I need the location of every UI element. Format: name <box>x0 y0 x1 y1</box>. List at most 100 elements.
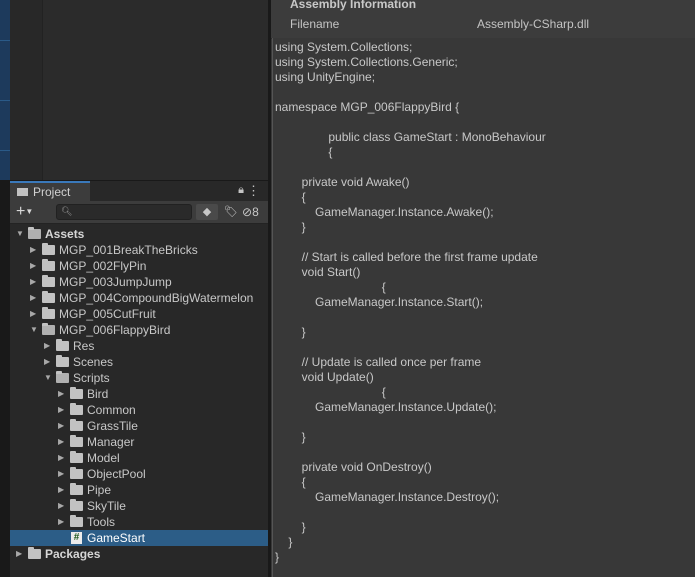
tree-item-folder[interactable]: ▶ Packages <box>10 546 268 562</box>
folder-icon <box>17 188 28 196</box>
csharp-script-icon: # <box>71 532 82 544</box>
folder-open-icon <box>56 371 69 383</box>
folder-icon <box>56 339 69 351</box>
tree-item-label: Bird <box>87 387 109 401</box>
tree-item-label: Common <box>87 403 136 417</box>
scene-view[interactable] <box>10 0 268 180</box>
code-line: namespace MGP_006FlappyBird { <box>275 100 460 114</box>
folder-icon <box>70 515 83 527</box>
script-source-view: using System.Collections; using System.Co… <box>272 38 695 577</box>
chevron-right-icon[interactable]: ▶ <box>58 466 68 482</box>
tree-item-folder[interactable]: ▶ Tools <box>10 514 268 530</box>
tree-item-label: Scripts <box>73 371 110 385</box>
code-line: GameManager.Instance.Update(); <box>275 400 497 414</box>
code-line: } <box>275 325 306 339</box>
tree-item-label: Scenes <box>73 355 114 369</box>
create-dropdown-button[interactable]: +▼ <box>16 204 42 220</box>
hidden-packages-button[interactable]: ⊘8 <box>242 204 266 220</box>
folder-icon <box>70 451 83 463</box>
tree-item-folder[interactable]: ▶ Res <box>10 338 268 354</box>
shapes-icon: ◆ <box>202 206 212 218</box>
tree-item-label: Pipe <box>87 483 112 497</box>
code-line: { <box>275 475 306 489</box>
tree-item-folder[interactable]: ▶ Model <box>10 450 268 466</box>
chevron-right-icon[interactable]: ▶ <box>30 242 40 258</box>
chevron-right-icon[interactable]: ▶ <box>30 274 40 290</box>
folder-icon <box>28 547 41 559</box>
folder-icon <box>70 435 83 447</box>
folder-icon <box>70 467 83 479</box>
chevron-right-icon[interactable]: ▶ <box>58 498 68 514</box>
code-line: { <box>275 145 333 159</box>
chevron-right-icon[interactable]: ▶ <box>58 450 68 466</box>
tree-item-folder[interactable]: ▶ Scenes <box>10 354 268 370</box>
chevron-right-icon[interactable]: ▶ <box>58 514 68 530</box>
code-line: using System.Collections; <box>275 40 413 54</box>
tree-item-folder[interactable]: ▶ MGP_001BreakTheBricks <box>10 242 268 258</box>
tree-item-folder[interactable]: ▶ Common <box>10 402 268 418</box>
folder-icon <box>56 355 69 367</box>
code-line: // Update is called once per frame <box>275 355 482 369</box>
code-line: { <box>275 385 386 399</box>
tree-item-script[interactable]: # GameStart <box>10 530 268 546</box>
filter-by-type-button[interactable]: ◆ <box>196 204 218 220</box>
tree-item-folder[interactable]: ▶ GrassTile <box>10 418 268 434</box>
tree-item-folder[interactable]: ▶ Bird <box>10 386 268 402</box>
chevron-right-icon[interactable]: ▶ <box>30 290 40 306</box>
chevron-right-icon[interactable]: ▶ <box>44 354 54 370</box>
code-line: private void Awake() <box>275 175 410 189</box>
chevron-right-icon[interactable]: ▶ <box>58 418 68 434</box>
tree-item-folder[interactable]: ▼ MGP_006FlappyBird <box>10 322 268 338</box>
chevron-right-icon[interactable]: ▶ <box>58 434 68 450</box>
chevron-right-icon[interactable]: ▶ <box>58 482 68 498</box>
chevron-right-icon[interactable]: ▶ <box>30 306 40 322</box>
tree-item-folder[interactable]: ▼ Scripts <box>10 370 268 386</box>
code-line: using UnityEngine; <box>275 70 376 84</box>
chevron-right-icon[interactable]: ▶ <box>44 338 54 354</box>
filename-label: Filename <box>290 17 340 31</box>
chevron-right-icon[interactable]: ▶ <box>16 546 26 562</box>
search-input[interactable]: 🔍︎ <box>56 204 192 220</box>
tab-project-label: Project <box>33 185 71 199</box>
tree-item-label: Packages <box>45 547 101 561</box>
tree-item-label: Assets <box>45 227 85 241</box>
chevron-right-icon[interactable]: ▶ <box>58 402 68 418</box>
folder-icon <box>42 291 55 303</box>
code-line: public class GameStart : MonoBehaviour <box>275 130 546 144</box>
scene-toolbar-strip <box>10 0 43 180</box>
tree-item-label: Res <box>73 339 95 353</box>
lock-icon[interactable]: 🔒︎ <box>238 184 244 197</box>
tree-item-folder[interactable]: ▶ MGP_003JumpJump <box>10 274 268 290</box>
project-toolbar: +▼ 🔍︎ ◆ 🏷︎ ⊘8 <box>10 201 268 224</box>
tree-item-folder[interactable]: ▶ Pipe <box>10 482 268 498</box>
filter-by-label-button[interactable]: 🏷︎ <box>221 204 241 220</box>
search-icon: 🔍︎ <box>61 206 73 216</box>
tab-project[interactable]: Project <box>10 181 90 201</box>
code-line: { <box>275 280 386 294</box>
code-line: private void OnDestroy() <box>275 460 432 474</box>
chevron-down-icon[interactable]: ▼ <box>30 322 40 338</box>
chevron-down-icon[interactable]: ▼ <box>16 226 26 242</box>
code-line: GameManager.Instance.Awake(); <box>275 205 494 219</box>
code-line: } <box>275 535 293 549</box>
tree-item-folder[interactable]: ▶ MGP_002FlyPin <box>10 258 268 274</box>
more-options-icon[interactable]: ⋮ <box>247 183 260 199</box>
tree-item-label: MGP_003JumpJump <box>59 275 172 289</box>
tree-item-folder[interactable]: ▼ Assets <box>10 226 268 242</box>
tree-item-folder[interactable]: ▶ MGP_004CompoundBigWatermelon <box>10 290 268 306</box>
folder-icon <box>70 387 83 399</box>
chevron-right-icon[interactable]: ▶ <box>58 386 68 402</box>
tree-item-label: MGP_004CompoundBigWatermelon <box>59 291 254 305</box>
tree-item-folder[interactable]: ▶ ObjectPool <box>10 466 268 482</box>
tree-item-folder[interactable]: ▶ MGP_005CutFruit <box>10 306 268 322</box>
folder-icon <box>42 275 55 287</box>
tree-item-folder[interactable]: ▶ SkyTile <box>10 498 268 514</box>
tree-item-label: MGP_005CutFruit <box>59 307 156 321</box>
tree-item-folder[interactable]: ▶ Manager <box>10 434 268 450</box>
chevron-down-icon[interactable]: ▼ <box>44 370 54 386</box>
assembly-info-title: Assembly Information <box>290 0 417 11</box>
tag-icon: 🏷︎ <box>224 206 238 218</box>
tree-item-label: GameStart <box>87 531 146 545</box>
code-line: void Update() <box>275 370 374 384</box>
chevron-right-icon[interactable]: ▶ <box>30 258 40 274</box>
